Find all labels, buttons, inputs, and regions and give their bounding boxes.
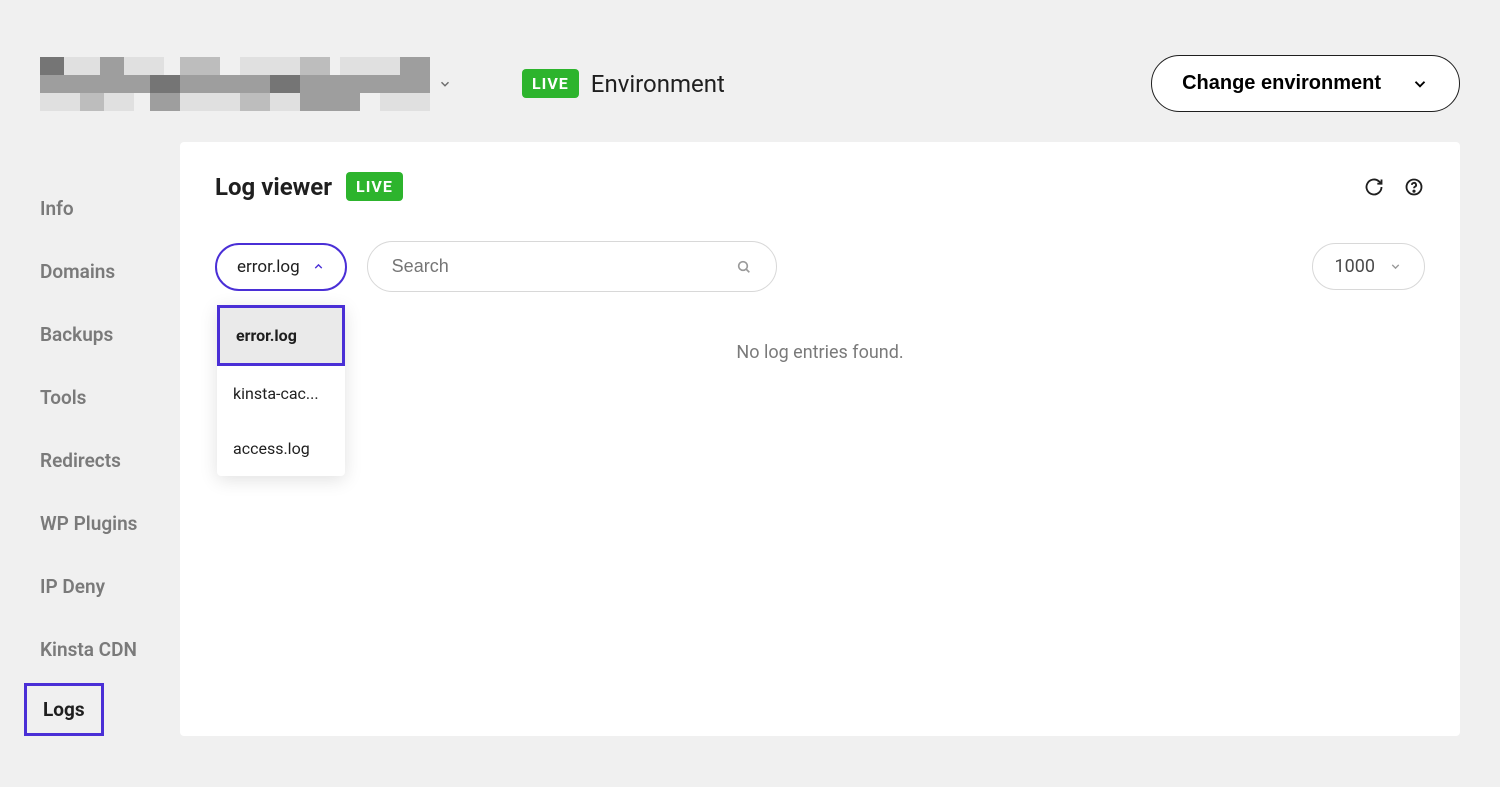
sidebar: Info Domains Backups Tools Redirects WP … — [40, 142, 180, 736]
sidebar-item-backups[interactable]: Backups — [40, 313, 180, 376]
site-name-redacted — [40, 57, 430, 111]
dropdown-option-error-log[interactable]: error.log — [217, 305, 345, 366]
sidebar-item-ip-deny[interactable]: IP Deny — [40, 565, 180, 628]
log-file-dropdown: error.log kinsta-cac... access.log — [217, 305, 345, 476]
change-environment-label: Change environment — [1182, 72, 1381, 95]
row-limit-select[interactable]: 1000 — [1312, 243, 1425, 290]
panel-header: Log viewer LIVE — [215, 172, 1425, 201]
sidebar-item-tools[interactable]: Tools — [40, 376, 180, 439]
panel-title-group: Log viewer LIVE — [215, 172, 403, 201]
live-badge: LIVE — [346, 172, 403, 201]
refresh-button[interactable] — [1363, 176, 1385, 198]
live-badge: LIVE — [522, 69, 579, 98]
search-box[interactable] — [367, 241, 777, 292]
help-button[interactable] — [1403, 176, 1425, 198]
environment-indicator: LIVE Environment — [522, 69, 725, 98]
empty-state-message: No log entries found. — [215, 342, 1425, 363]
page-header: LIVE Environment Change environment — [0, 0, 1500, 142]
sidebar-item-wp-plugins[interactable]: WP Plugins — [40, 502, 180, 565]
panel-title: Log viewer — [215, 173, 332, 201]
sidebar-item-logs[interactable]: Logs — [24, 683, 104, 736]
log-viewer-panel: Log viewer LIVE error.log — [180, 142, 1460, 736]
chevron-down-icon — [1411, 75, 1429, 93]
change-environment-button[interactable]: Change environment — [1151, 55, 1460, 112]
controls-row: error.log error.log kinsta-cac... access… — [215, 241, 1425, 292]
dropdown-option-kinsta-cache[interactable]: kinsta-cac... — [217, 366, 345, 421]
search-icon — [736, 259, 752, 275]
environment-label: Environment — [591, 70, 725, 98]
site-selector[interactable] — [40, 57, 452, 111]
chevron-down-icon — [438, 77, 452, 91]
limit-value: 1000 — [1335, 256, 1375, 277]
sidebar-item-info[interactable]: Info — [40, 187, 180, 250]
chevron-down-icon — [1389, 260, 1402, 273]
sidebar-item-domains[interactable]: Domains — [40, 250, 180, 313]
log-select-value: error.log — [237, 257, 300, 277]
search-input[interactable] — [392, 256, 736, 277]
dropdown-option-access-log[interactable]: access.log — [217, 421, 345, 476]
chevron-up-icon — [312, 260, 325, 273]
sidebar-item-redirects[interactable]: Redirects — [40, 439, 180, 502]
main-layout: Info Domains Backups Tools Redirects WP … — [0, 142, 1500, 736]
controls-left: error.log error.log kinsta-cac... access… — [215, 241, 777, 292]
sidebar-item-kinsta-cdn[interactable]: Kinsta CDN — [40, 628, 180, 691]
panel-actions — [1363, 176, 1425, 198]
header-left: LIVE Environment — [40, 57, 725, 111]
log-file-select[interactable]: error.log error.log kinsta-cac... access… — [215, 243, 347, 291]
